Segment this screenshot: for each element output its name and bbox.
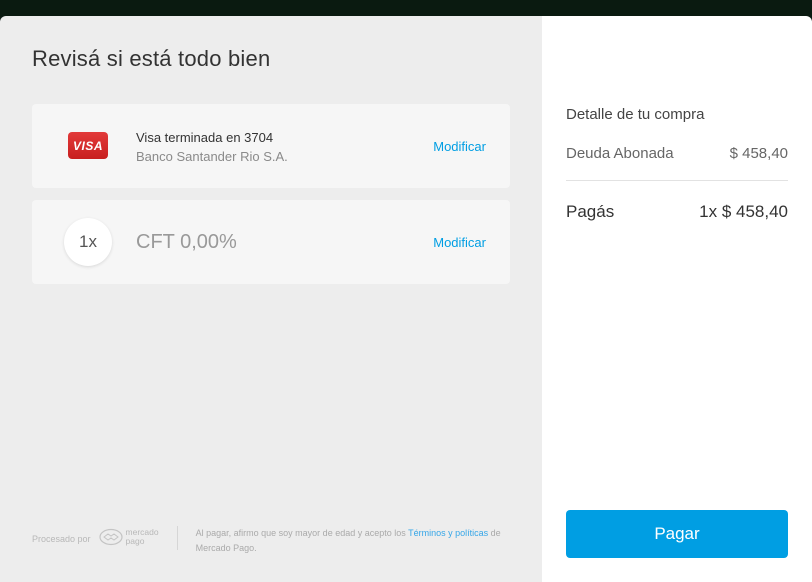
footer: Procesado por mercado pago Al pagar, afi… (32, 526, 522, 566)
summary-title: Detalle de tu compra (566, 106, 705, 123)
modify-payment-method-link[interactable]: Modificar (433, 139, 486, 154)
modify-installments-link[interactable]: Modificar (433, 235, 486, 250)
card-name: Visa terminada en 3704 (136, 130, 274, 145)
legal-text-body: Al pagar, afirmo que soy mayor de edad y… (195, 528, 409, 538)
logo-text-pago: pago (125, 536, 145, 546)
summary-divider (566, 180, 788, 181)
footer-divider (176, 526, 178, 550)
installments-card: 1x CFT 0,00% Modificar (32, 200, 510, 284)
pay-button[interactable]: Pagar (566, 510, 788, 558)
legal-text: Al pagar, afirmo que soy mayor de edad y… (196, 526, 516, 556)
total-row: Pagás 1x $ 458,40 (566, 202, 788, 222)
installments-count-badge: 1x (64, 218, 112, 266)
cft-label: CFT 0,00% (136, 231, 237, 253)
review-panel: Revisá si está todo bien VISA Visa termi… (0, 16, 542, 582)
processed-by-label: Procesado por (32, 534, 91, 544)
terms-link[interactable]: Términos y políticas (408, 528, 488, 538)
debt-label: Deuda Abonada (566, 145, 674, 162)
payment-method-card: VISA Visa terminada en 3704 Banco Santan… (32, 104, 510, 188)
total-amount: 1x $ 458,40 (699, 202, 788, 221)
checkout-modal: Revisá si está todo bien VISA Visa termi… (0, 16, 812, 582)
top-bar (0, 0, 812, 16)
handshake-icon (98, 528, 123, 546)
page-title: Revisá si está todo bien (32, 46, 271, 71)
summary-panel: Detalle de tu compra Deuda Abonada $ 458… (542, 16, 812, 582)
visa-icon: VISA (68, 132, 108, 159)
total-label: Pagás (566, 202, 615, 221)
debt-row: Deuda Abonada $ 458,40 (566, 145, 788, 162)
card-bank: Banco Santander Rio S.A. (136, 149, 288, 164)
debt-amount: $ 458,40 (729, 145, 788, 162)
mercado-pago-logo: mercado pago (98, 528, 159, 546)
